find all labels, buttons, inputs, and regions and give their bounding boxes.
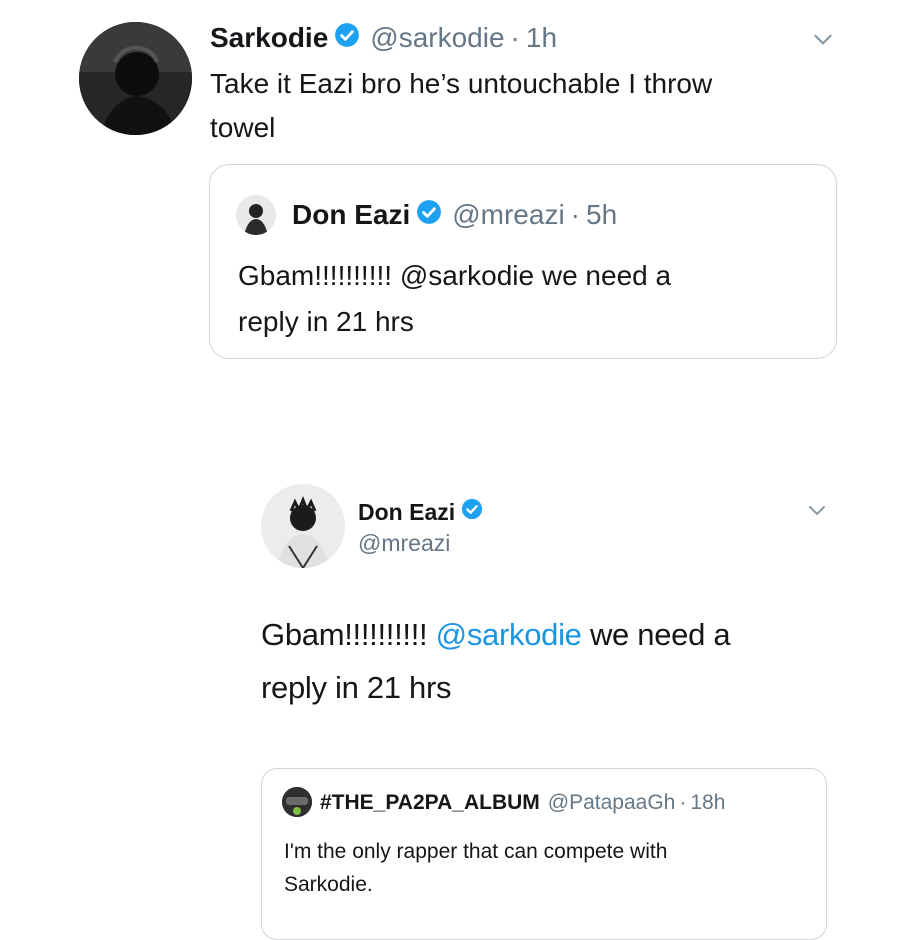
avatar-mreazi[interactable]: [261, 484, 345, 568]
chevron-down-icon[interactable]: [805, 498, 829, 522]
chevron-down-icon[interactable]: [810, 26, 836, 52]
quote-header: Don Eazi @mreazi · 5h: [292, 197, 617, 233]
quote-header: #THE_PA2PA_ALBUM @PatapaaGh · 18h: [320, 790, 725, 816]
tweet-text-line: Take it Eazi bro he’s untouchable I thro…: [210, 68, 713, 99]
separator-dot: ·: [679, 791, 687, 814]
quote-display-name[interactable]: #THE_PA2PA_ALBUM: [320, 791, 540, 815]
quote-handle[interactable]: @PatapaaGh: [548, 791, 676, 815]
timestamp[interactable]: 1h: [526, 22, 557, 54]
avatar-sarkodie[interactable]: [79, 22, 192, 135]
quote-text-line: I'm the only rapper that can compete wit…: [284, 840, 668, 863]
quote-text: Gbam!!!!!!!!!! @sarkodie we need a reply…: [238, 253, 671, 345]
tweet-text-line: Gbam!!!!!!!!!! @sarkodie we need a: [261, 608, 731, 661]
quoted-tweet-card[interactable]: #THE_PA2PA_ALBUM @PatapaaGh · 18h I'm th…: [261, 768, 827, 940]
tweet-mreazi[interactable]: Don Eazi @mreazi Gbam!!!!!!!!!! @sarkodi…: [0, 470, 914, 940]
tweet-sarkodie[interactable]: Sarkodie @sarkodie · 1h Take it Eazi bro…: [0, 0, 914, 380]
separator-dot: ·: [510, 22, 520, 53]
verified-badge-icon: [461, 498, 483, 526]
quote-text-line: reply in 21 hrs: [238, 306, 414, 337]
avatar-photo: [261, 484, 345, 568]
verified-badge-icon: [334, 22, 360, 55]
mention-link[interactable]: @sarkodie: [436, 617, 582, 652]
verified-badge-icon: [416, 199, 442, 232]
quoted-tweet-card[interactable]: Don Eazi @mreazi · 5h Gbam!!!!!!!!!! @sa…: [209, 164, 837, 359]
tweet-text: Gbam!!!!!!!!!! @sarkodie we need a reply…: [261, 608, 731, 714]
user-handle[interactable]: @sarkodie: [370, 22, 504, 54]
avatar-mreazi-small: [236, 195, 276, 235]
tweet-text-part: Gbam!!!!!!!!!!: [261, 617, 436, 652]
tweet-header: Don Eazi: [358, 497, 483, 527]
quote-text: I'm the only rapper that can compete wit…: [284, 835, 667, 901]
quote-timestamp[interactable]: 18h: [690, 791, 725, 815]
tweet-text-line: towel: [210, 112, 276, 143]
tweet-text-part: we need a: [581, 617, 731, 652]
separator-dot: ·: [570, 199, 580, 230]
quote-display-name[interactable]: Don Eazi: [292, 199, 410, 231]
quote-text-line: Sarkodie.: [284, 873, 373, 896]
avatar-photo: [79, 22, 192, 135]
display-name[interactable]: Don Eazi: [358, 499, 455, 526]
user-handle[interactable]: @mreazi: [358, 528, 450, 558]
tweet-header: Sarkodie @sarkodie · 1h: [210, 20, 557, 56]
tweet-text: Take it Eazi bro he’s untouchable I thro…: [210, 62, 712, 150]
avatar-patapaa-small: [282, 787, 312, 817]
quote-text-line: Gbam!!!!!!!!!! @sarkodie we need a: [238, 260, 672, 291]
quote-timestamp[interactable]: 5h: [586, 199, 617, 231]
tweet-text-line: reply in 21 hrs: [261, 670, 452, 705]
quote-handle[interactable]: @mreazi: [452, 199, 564, 231]
display-name[interactable]: Sarkodie: [210, 22, 328, 54]
